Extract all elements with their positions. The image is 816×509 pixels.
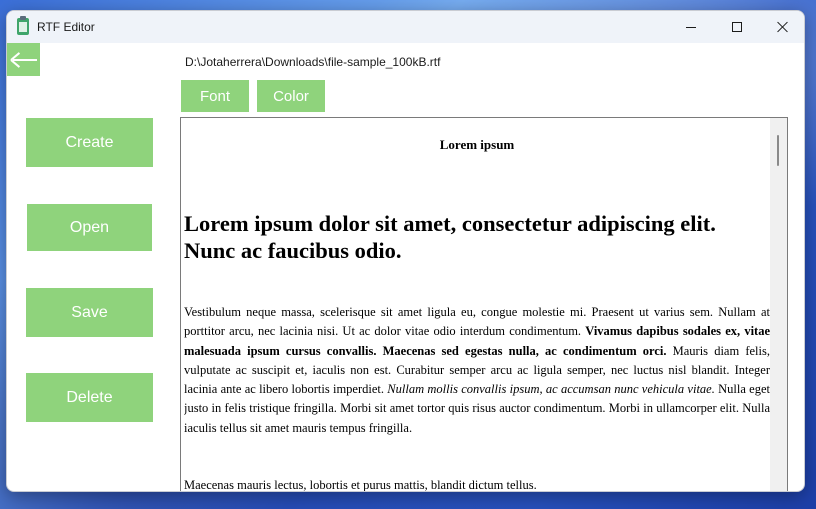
document-content[interactable]: Lorem ipsum Lorem ipsum dolor sit amet, … [184,118,770,492]
editor-scrollbar[interactable] [770,118,787,491]
maximize-icon [732,22,742,32]
font-button[interactable]: Font [181,80,249,112]
window-title: RTF Editor [37,20,95,34]
title-bar[interactable]: RTF Editor [7,11,804,43]
save-button[interactable]: Save [26,288,153,337]
minimize-icon [686,26,696,28]
open-button[interactable]: Open [27,204,152,251]
file-path-label: D:\Jotaherrera\Downloads\file-sample_100… [185,55,441,69]
rich-text-editor[interactable]: Lorem ipsum Lorem ipsum dolor sit amet, … [180,117,788,492]
document-title: Lorem ipsum [439,137,515,152]
delete-button[interactable]: Delete [26,373,153,422]
document-paragraph-partial: Maecenas mauris lectus, lobortis et puru… [184,478,537,492]
maximize-button[interactable] [714,11,760,43]
close-icon [777,21,789,33]
close-button[interactable] [760,11,804,43]
app-window: RTF Editor D:\Jotaherrera\Downloads\file… [6,10,805,492]
document-heading: Lorem ipsum dolor sit amet, consectetur … [184,211,716,263]
document-paragraph: Vestibulum neque massa, scelerisque sit … [184,305,770,435]
scrollbar-thumb[interactable] [777,135,779,166]
back-button[interactable] [7,43,40,76]
notepad-icon [17,16,29,35]
italic-text: Nullam mollis convallis ipsum, ac accums… [387,382,715,397]
create-button[interactable]: Create [26,118,153,167]
minimize-button[interactable] [668,11,714,43]
color-button[interactable]: Color [257,80,325,112]
arrow-left-icon [9,51,37,68]
